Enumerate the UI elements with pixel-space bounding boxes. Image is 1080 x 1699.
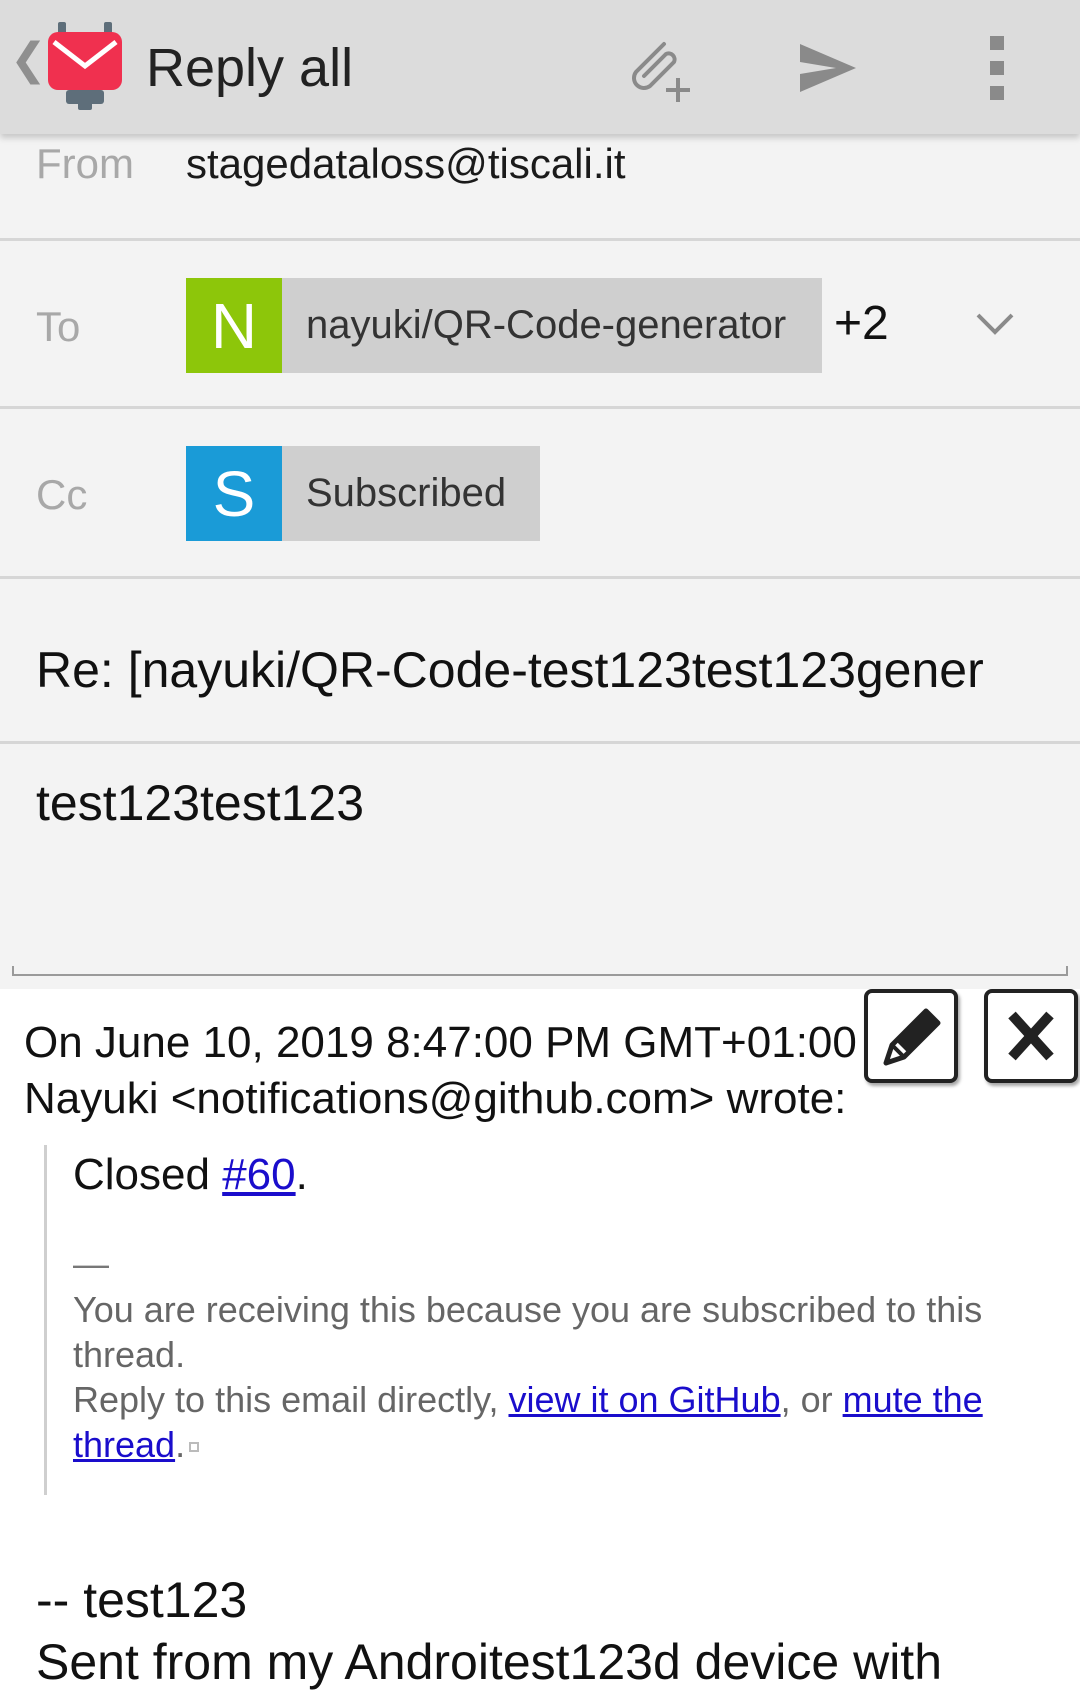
screen-title: Reply all — [146, 38, 354, 98]
quoted-text: Closed — [73, 1150, 223, 1199]
app-logo-icon[interactable] — [44, 20, 126, 112]
attach-icon[interactable] — [620, 30, 696, 106]
quoted-text: . — [295, 1150, 308, 1199]
cc-row: Cc S Subscribed — [0, 409, 1080, 579]
tracking-pixel-image — [189, 1442, 200, 1453]
recipient-chip-cc[interactable]: S Subscribed — [186, 446, 540, 541]
to-row: To N nayuki/QR-Code-generator +2 — [0, 241, 1080, 409]
remove-quote-button[interactable] — [984, 989, 1078, 1083]
quoted-text: , or — [780, 1379, 843, 1420]
separator-dash: — — [73, 1243, 109, 1284]
to-label: To — [36, 303, 81, 350]
reply-options-text: Reply to this email directly, view it on… — [73, 1377, 1064, 1467]
receiving-text: You are receiving this because you are s… — [73, 1289, 983, 1375]
issue-link[interactable]: #60 — [222, 1150, 295, 1199]
quoted-message: On June 10, 2019 8:47:00 PM GMT+01:00 Na… — [0, 989, 1080, 1699]
message-body-input[interactable]: test123test123 — [36, 774, 364, 832]
subject-row: Re: [nayuki/QR-Code-test123test123gener — [0, 579, 1080, 744]
signature-line: Sent from my Androitest123d device with — [36, 1634, 943, 1690]
view-on-github-link[interactable]: view it on GitHub — [508, 1379, 780, 1420]
quoted-text: . — [175, 1424, 186, 1465]
signature: -- test123 Sent from my Androitest123d d… — [36, 1569, 942, 1693]
edit-quote-button[interactable] — [864, 989, 958, 1083]
signature-line: -- test123 — [36, 1572, 248, 1628]
recipient-name: Subscribed — [306, 471, 507, 515]
quoted-closed-line: Closed #60. — [73, 1145, 1064, 1205]
pencil-icon — [883, 1008, 941, 1066]
body-input-underline — [12, 966, 1068, 976]
send-icon[interactable] — [790, 30, 866, 106]
subject-input[interactable]: Re: [nayuki/QR-Code-test123test123gener — [36, 641, 984, 699]
recipient-name: nayuki/QR-Code-generator — [306, 303, 787, 347]
from-row: From stagedataloss@tiscali.it — [0, 134, 1080, 241]
recipient-chip-to[interactable]: N nayuki/QR-Code-generator — [186, 278, 822, 373]
back-chevron-icon[interactable]: ❮ — [10, 38, 47, 82]
quoted-text: Reply to this email directly, — [73, 1379, 509, 1420]
cc-label: Cc — [36, 471, 88, 518]
from-label: From — [36, 140, 134, 187]
quoted-body: Closed #60. — You are receiving this bec… — [44, 1145, 1064, 1495]
action-bar: ❮ Reply all — [0, 0, 1080, 134]
close-icon — [1008, 1011, 1054, 1061]
more-recipients-count[interactable]: +2 — [834, 296, 889, 351]
overflow-menu-icon[interactable] — [960, 30, 1036, 106]
chevron-down-icon[interactable] — [970, 299, 1020, 349]
recipient-avatar: S — [186, 446, 282, 541]
notification-reason: You are receiving this because you are s… — [73, 1287, 1064, 1467]
from-account-selector[interactable]: stagedataloss@tiscali.it — [186, 140, 626, 188]
message-body: test123test123 — [0, 744, 1080, 989]
recipient-avatar: N — [186, 278, 282, 373]
